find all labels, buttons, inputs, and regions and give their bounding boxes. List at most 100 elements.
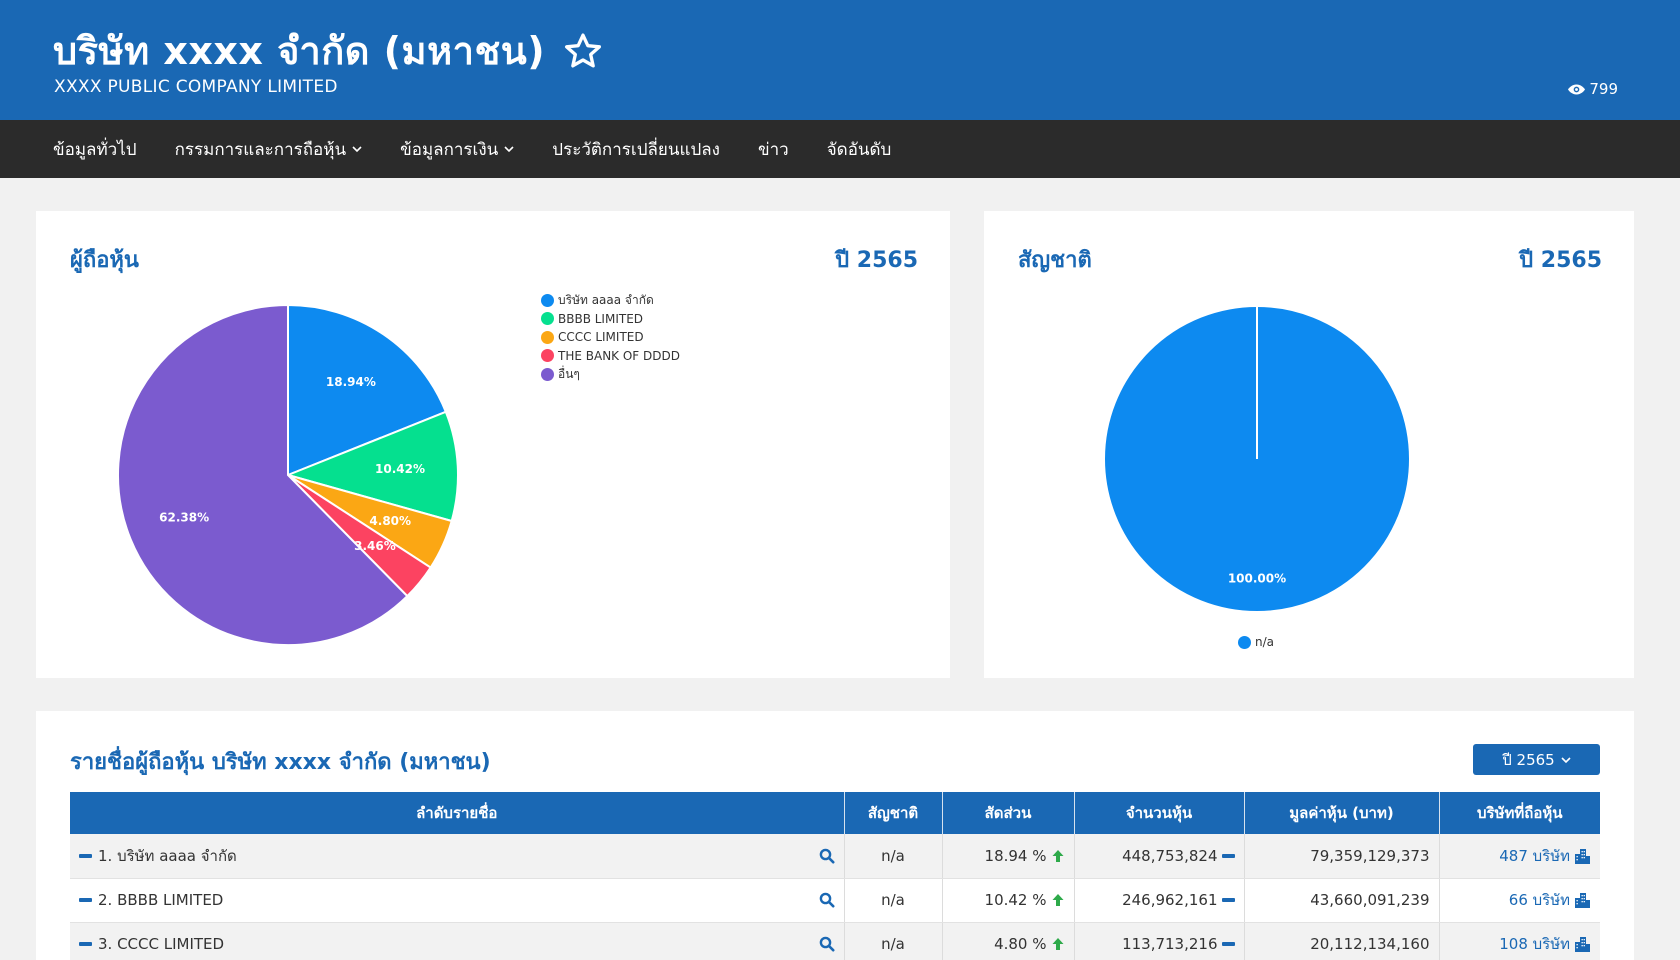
legend-item[interactable]: BBBB LIMITED	[541, 310, 680, 329]
col-header-ratio[interactable]: สัดส่วน	[942, 792, 1075, 834]
year-select-button[interactable]: ปี 2565	[1473, 744, 1600, 775]
nav-label: กรรมการและการถือหุ้น	[174, 139, 347, 160]
cell-value: 79,359,129,373	[1244, 834, 1440, 879]
shareholders-year: ปี 2565	[835, 248, 918, 273]
col-header-nationality[interactable]: สัญชาติ	[844, 792, 943, 834]
view-counter: 799	[1568, 80, 1618, 98]
nationality-year: ปี 2565	[1519, 248, 1602, 273]
nav-ranking[interactable]: จัดอันดับ	[827, 136, 892, 163]
shares-value: 448,753,824	[1122, 846, 1218, 865]
nav-financial-info[interactable]: ข้อมูลการเงิน	[400, 136, 514, 163]
pie-slice-label: 4.80%	[369, 514, 411, 528]
cell-companies: 487 บริษัท	[1439, 834, 1600, 879]
main-nav: ข้อมูลทั่วไป กรรมการและการถือหุ้น ข้อมูล…	[0, 120, 1680, 178]
search-icon[interactable]	[819, 848, 835, 864]
shareholder-list-title: รายชื่อผู้ถือหุ้น บริษัท xxxx จำกัด (มหา…	[70, 750, 491, 775]
cell-ratio: 4.80 %	[942, 922, 1075, 960]
building-icon	[1575, 893, 1590, 908]
chevron-down-icon	[352, 146, 362, 153]
cell-value: 43,660,091,239	[1244, 878, 1440, 923]
cell-nationality: n/a	[844, 834, 943, 879]
legend-label: บริษัท aaaa จำกัด	[558, 292, 654, 307]
favorite-star-icon[interactable]	[563, 31, 603, 71]
shareholder-name: 1. บริษัท aaaa จำกัด	[98, 846, 237, 865]
legend-label: n/a	[1255, 635, 1275, 650]
shareholder-table: ลำดับรายชื่อ สัญชาติ สัดส่วน จำนวนหุ้น ม…	[70, 792, 1600, 960]
year-select-label: ปี 2565	[1502, 750, 1555, 769]
table-row: 2. BBBB LIMITED n/a 10.42 % 246,962,161 43,6…	[70, 878, 1600, 923]
company-title: บริษัท xxxx จำกัด (มหาชน)	[53, 29, 546, 73]
col-header-value[interactable]: มูลค่าหุ้น (บาท)	[1244, 792, 1440, 834]
legend-color-dot	[541, 293, 554, 307]
shareholder-name: 3. CCCC LIMITED	[98, 935, 225, 953]
nationality-legend: n/a	[1238, 633, 1274, 652]
legend-item[interactable]: บริษัท aaaa จำกัด	[541, 291, 680, 310]
arrow-up-icon	[1052, 849, 1063, 862]
nav-label: จัดอันดับ	[826, 139, 892, 160]
search-icon[interactable]	[819, 936, 835, 952]
unchanged-dash-icon	[1221, 898, 1235, 902]
ratio-value: 4.80 %	[994, 935, 1047, 953]
companies-link[interactable]: 108 บริษัท	[1499, 932, 1570, 956]
shareholders-legend: บริษัท aaaa จำกัด BBBB LIMITED CCCC LIMITE…	[541, 291, 680, 384]
col-header-rank-name[interactable]: ลำดับรายชื่อ	[70, 792, 845, 834]
table-row: 1. บริษัท aaaa จำกัด n/a 18.94 % 448,753,82…	[70, 834, 1600, 879]
legend-item[interactable]: THE BANK OF DDDD	[541, 347, 680, 366]
cell-nationality: n/a	[844, 922, 943, 960]
ratio-value: 18.94 %	[984, 846, 1047, 865]
unchanged-dash-icon	[1221, 853, 1235, 858]
collapse-toggle-icon[interactable]	[79, 898, 92, 902]
nav-label: ข้อมูลการเงิน	[400, 139, 499, 160]
col-header-companies[interactable]: บริษัทที่ถือหุ้น	[1439, 792, 1600, 834]
legend-color-dot	[541, 330, 554, 344]
shareholders-card: ผู้ถือหุ้น ปี 2565 18.94% 10.42% 4.80% 3.46…	[36, 211, 950, 678]
cell-shares: 448,753,824	[1074, 834, 1245, 879]
pie-slice-label: 18.94%	[326, 375, 376, 389]
company-title-row: บริษัท xxxx จำกัด (มหาชน)	[53, 20, 603, 81]
nav-label: ข้อมูลทั่วไป	[53, 139, 137, 160]
companies-link[interactable]: 66 บริษัท	[1509, 888, 1570, 912]
cell-ratio: 18.94 %	[942, 834, 1075, 879]
cell-ratio: 10.42 %	[942, 878, 1075, 923]
shareholders-title: ผู้ถือหุ้น	[70, 248, 139, 273]
cell-value: 20,112,134,160	[1244, 922, 1440, 960]
legend-color-dot	[1238, 635, 1251, 649]
shares-value: 246,962,161	[1122, 891, 1218, 909]
nav-label: ข่าว	[757, 139, 789, 160]
companies-link[interactable]: 487 บริษัท	[1499, 844, 1570, 868]
col-header-shares[interactable]: จำนวนหุ้น	[1074, 792, 1245, 834]
table-header-row: ลำดับรายชื่อ สัญชาติ สัดส่วน จำนวนหุ้น ม…	[70, 792, 1600, 834]
collapse-toggle-icon[interactable]	[79, 942, 92, 946]
shareholder-name: 2. BBBB LIMITED	[98, 891, 224, 909]
pie-slice-label: 100.00%	[1228, 571, 1286, 585]
nav-directors-shareholding[interactable]: กรรมการและการถือหุ้น	[175, 136, 363, 163]
legend-item[interactable]: อื่นๆ	[541, 365, 680, 384]
legend-label: อื่นๆ	[558, 366, 580, 381]
legend-color-dot	[541, 349, 554, 363]
pie-slice-label: 10.42%	[375, 462, 425, 476]
company-subtitle: XXXX PUBLIC COMPANY LIMITED	[54, 77, 338, 97]
nav-label: ประวัติการเปลี่ยนแปลง	[552, 139, 720, 160]
ratio-value: 10.42 %	[984, 891, 1047, 909]
cell-rank-name: 3. CCCC LIMITED	[70, 922, 845, 960]
shareholders-pie-chart: 18.94% 10.42% 4.80% 3.46% 62.38%	[117, 303, 459, 646]
eye-icon	[1568, 84, 1586, 94]
nav-news[interactable]: ข่าว	[758, 136, 789, 163]
cell-shares: 246,962,161	[1074, 878, 1245, 923]
building-icon	[1575, 937, 1590, 952]
legend-item[interactable]: CCCC LIMITED	[541, 328, 680, 347]
legend-item[interactable]: n/a	[1238, 633, 1274, 652]
nav-change-history[interactable]: ประวัติการเปลี่ยนแปลง	[552, 136, 720, 163]
legend-label: THE BANK OF DDDD	[558, 348, 680, 363]
nationality-title: สัญชาติ	[1018, 248, 1092, 273]
legend-color-dot	[541, 312, 554, 326]
nav-general-info[interactable]: ข้อมูลทั่วไป	[53, 136, 137, 163]
collapse-toggle-icon[interactable]	[79, 853, 92, 858]
cell-shares: 113,713,216	[1074, 922, 1245, 960]
search-icon[interactable]	[819, 892, 835, 908]
shares-value: 113,713,216	[1122, 935, 1218, 953]
cell-companies: 108 บริษัท	[1439, 922, 1600, 960]
unchanged-dash-icon	[1221, 942, 1235, 946]
chevron-down-icon	[1561, 756, 1571, 763]
pie-slice-label: 62.38%	[159, 511, 209, 525]
